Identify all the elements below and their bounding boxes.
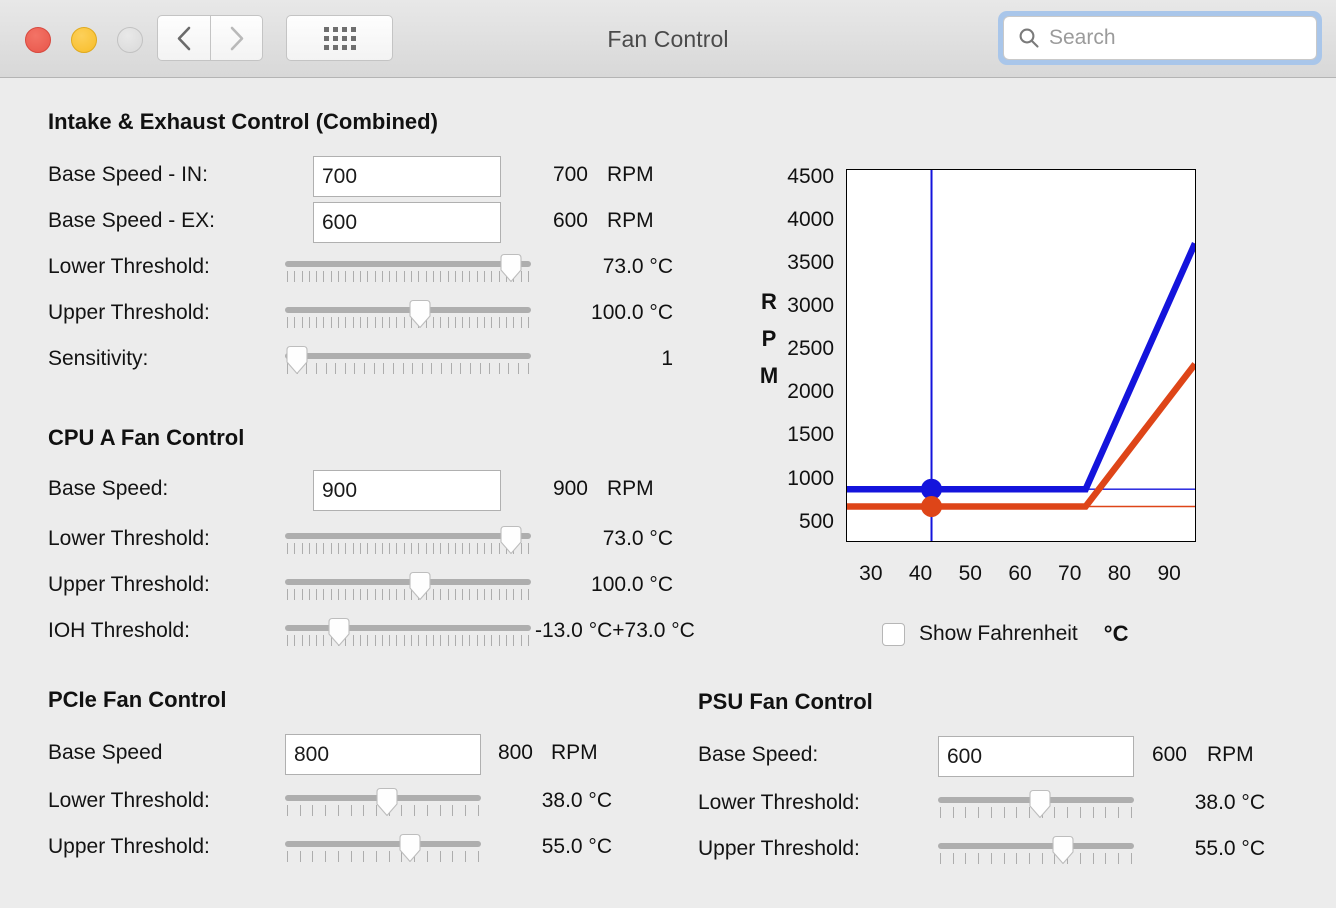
readout-ie-upper-threshold: 100.0 °C <box>591 301 673 324</box>
readout-pcie-upper-threshold: 55.0 °C <box>541 835 612 858</box>
search-field-focus-ring: Search <box>998 11 1322 65</box>
input-base-speed-in[interactable]: 700 <box>313 156 501 197</box>
show-fahrenheit-row: Show Fahrenheit °C <box>882 621 1128 647</box>
slider-psu-lower-threshold[interactable] <box>938 787 1134 819</box>
label-cpu-ioh-threshold: IOH Threshold: <box>48 619 191 642</box>
slider-track[interactable] <box>285 625 531 631</box>
readout-cpu-lower-threshold: 73.0 °C <box>602 527 673 550</box>
label-base-speed-in: Base Speed - IN: <box>48 163 208 186</box>
slider-cpu-lower-threshold[interactable] <box>285 523 531 555</box>
label-ie-lower-threshold: Lower Threshold: <box>48 255 210 278</box>
label-cpu-upper-threshold: Upper Threshold: <box>48 573 210 596</box>
slider-thumb[interactable] <box>498 253 524 283</box>
unit-pcie-base-speed: RPM <box>551 741 598 764</box>
unit-base-speed-in: RPM <box>607 163 654 186</box>
slider-pcie-lower-threshold[interactable] <box>285 785 481 817</box>
slider-tick-marks <box>287 851 479 862</box>
y-tick-3000: 3000 <box>787 294 834 318</box>
y-tick-3500: 3500 <box>787 250 834 274</box>
slider-cpu-upper-threshold[interactable] <box>285 569 531 601</box>
slider-ie-upper-threshold[interactable] <box>285 297 531 329</box>
label-cpu-lower-threshold: Lower Threshold: <box>48 527 210 550</box>
label-pcie-upper-threshold: Upper Threshold: <box>48 835 210 858</box>
unit-base-speed-ex: RPM <box>607 209 654 232</box>
section-title-psu: PSU Fan Control <box>698 689 873 714</box>
chart-curve-0 <box>847 242 1198 493</box>
slider-track[interactable] <box>938 843 1134 849</box>
slider-psu-upper-threshold[interactable] <box>938 833 1134 865</box>
y-tick-1000: 1000 <box>787 466 834 490</box>
slider-ie-lower-threshold[interactable] <box>285 251 531 283</box>
slider-thumb[interactable] <box>498 525 524 555</box>
slider-tick-marks <box>287 635 529 646</box>
slider-track[interactable] <box>285 533 531 539</box>
fan-curve-chart <box>846 169 1198 542</box>
chart-curve-1 <box>847 362 1198 510</box>
preference-pane-content: Intake & Exhaust Control (Combined) Base… <box>0 78 1336 908</box>
readout-ie-sensitivity: 1 <box>661 347 673 370</box>
unit-psu-base-speed: RPM <box>1207 743 1254 766</box>
chart-marker-1 <box>921 495 943 517</box>
show-fahrenheit-label: Show Fahrenheit <box>919 622 1078 645</box>
readout-psu-upper-threshold: 55.0 °C <box>1194 837 1265 860</box>
slider-track[interactable] <box>285 841 481 847</box>
slider-pcie-upper-threshold[interactable] <box>285 831 481 863</box>
search-placeholder: Search <box>1049 26 1116 49</box>
label-psu-upper-threshold: Upper Threshold: <box>698 837 860 860</box>
label-base-speed-ex: Base Speed - EX: <box>48 209 215 232</box>
readout-pcie-base-speed: 800 <box>497 741 533 764</box>
slider-tick-marks <box>287 543 529 554</box>
input-base-speed-ex[interactable]: 600 <box>313 202 501 243</box>
readout-ie-lower-threshold: 73.0 °C <box>602 255 673 278</box>
y-tick-4000: 4000 <box>787 207 834 231</box>
readout-pcie-lower-threshold: 38.0 °C <box>541 789 612 812</box>
readout-cpu-base-speed: 900 <box>552 477 588 500</box>
y-tick-4500: 4500 <box>787 164 834 188</box>
slider-tick-marks <box>287 363 529 374</box>
readout-cpu-ioh-threshold: -13.0 °C+73.0 °C <box>535 619 695 642</box>
window-titlebar: Fan Control Search <box>0 0 1336 78</box>
slider-thumb[interactable] <box>374 787 400 817</box>
label-psu-lower-threshold: Lower Threshold: <box>698 791 860 814</box>
readout-base-speed-ex: 600 <box>552 209 588 232</box>
slider-tick-marks <box>940 853 1132 864</box>
label-pcie-base-speed: Base Speed <box>48 741 163 764</box>
readout-cpu-upper-threshold: 100.0 °C <box>591 573 673 596</box>
y-tick-2000: 2000 <box>787 380 834 404</box>
search-icon <box>1019 28 1039 48</box>
slider-thumb[interactable] <box>407 571 433 601</box>
readout-psu-lower-threshold: 38.0 °C <box>1194 791 1265 814</box>
section-title-cpu-a: CPU A Fan Control <box>48 425 245 450</box>
slider-thumb[interactable] <box>1027 789 1053 819</box>
y-tick-2500: 2500 <box>787 337 834 361</box>
slider-cpu-ioh-threshold[interactable] <box>285 615 531 647</box>
slider-thumb[interactable] <box>407 299 433 329</box>
show-fahrenheit-checkbox[interactable] <box>882 622 905 646</box>
slider-track[interactable] <box>285 261 531 267</box>
temperature-unit-label: °C <box>1103 621 1129 646</box>
label-pcie-lower-threshold: Lower Threshold: <box>48 789 210 812</box>
label-ie-upper-threshold: Upper Threshold: <box>48 301 210 324</box>
label-psu-base-speed: Base Speed: <box>698 743 819 766</box>
chart-plot-area <box>847 170 1198 541</box>
slider-ie-sensitivity[interactable] <box>285 343 531 375</box>
slider-thumb[interactable] <box>284 345 310 375</box>
slider-thumb[interactable] <box>397 833 423 863</box>
readout-psu-base-speed: 600 <box>1151 743 1187 766</box>
y-tick-1500: 1500 <box>787 423 834 447</box>
section-title-pcie: PCIe Fan Control <box>48 687 227 712</box>
section-title-intake-exhaust: Intake & Exhaust Control (Combined) <box>48 109 438 134</box>
label-ie-sensitivity: Sensitivity: <box>48 347 149 370</box>
readout-base-speed-in: 700 <box>552 163 588 186</box>
input-cpu-base-speed[interactable]: 900 <box>313 470 501 511</box>
slider-tick-marks <box>287 271 529 282</box>
slider-thumb[interactable] <box>326 617 352 647</box>
label-cpu-base-speed: Base Speed: <box>48 477 169 500</box>
unit-cpu-base-speed: RPM <box>607 477 654 500</box>
x-tick-90: 90 <box>1157 562 1181 585</box>
search-field[interactable]: Search <box>1003 16 1317 60</box>
slider-thumb[interactable] <box>1050 835 1076 865</box>
y-tick-500: 500 <box>798 509 834 533</box>
slider-track[interactable] <box>285 353 531 359</box>
